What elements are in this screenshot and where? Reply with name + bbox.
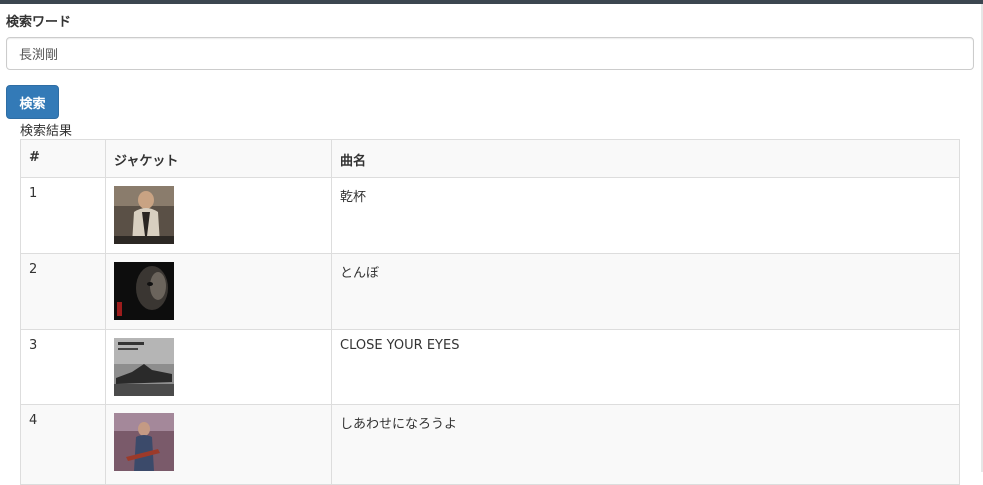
row-number: 2: [20, 253, 106, 330]
album-jacket-image: [114, 413, 174, 471]
results-table: # ジャケット 曲名 1 乾杯 2 とんぼ 3 CLOSE YOUR EYES …: [20, 139, 960, 485]
results-label: 検索結果: [20, 124, 73, 139]
song-title: とんぼ: [331, 253, 960, 330]
album-jacket-image: [114, 262, 174, 320]
song-title: 乾杯: [331, 177, 960, 254]
row-number: 1: [20, 177, 106, 254]
table-row: 2 とんぼ: [20, 253, 960, 330]
song-title: しあわせになろうよ: [331, 404, 960, 485]
album-jacket-image: [114, 186, 174, 244]
row-number: 3: [20, 329, 106, 405]
table-row: 1 乾杯: [20, 177, 960, 254]
song-title: CLOSE YOUR EYES: [331, 329, 960, 405]
table-row: 4 しあわせになろうよ: [20, 404, 960, 485]
search-input[interactable]: [6, 37, 974, 70]
jacket-cell: [105, 329, 332, 405]
table-row: 3 CLOSE YOUR EYES: [20, 329, 960, 405]
top-bar: [0, 0, 983, 4]
search-button[interactable]: 検索: [6, 85, 59, 119]
row-number: 4: [20, 404, 106, 485]
jacket-cell: [105, 253, 332, 330]
column-header-number: #: [20, 139, 106, 178]
column-header-title: 曲名: [331, 139, 960, 178]
table-header-row: # ジャケット 曲名: [20, 139, 960, 178]
album-jacket-image: [114, 338, 174, 396]
jacket-cell: [105, 177, 332, 254]
search-label: 検索ワード: [6, 15, 72, 30]
jacket-cell: [105, 404, 332, 485]
column-header-jacket: ジャケット: [105, 139, 332, 178]
